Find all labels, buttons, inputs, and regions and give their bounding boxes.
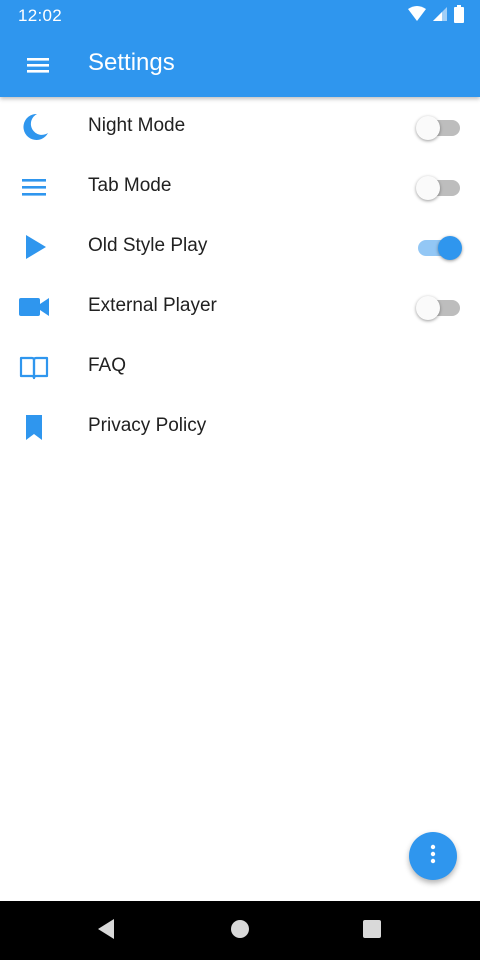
setting-label: Privacy Policy: [88, 415, 207, 436]
switch-thumb: [416, 116, 440, 140]
setting-label: Old Style Play: [88, 235, 208, 256]
status-bar: 12:02: [0, 0, 480, 32]
list-icon: [16, 169, 52, 205]
book-icon: [16, 349, 52, 385]
setting-faq[interactable]: FAQ: [0, 337, 480, 397]
setting-external-player[interactable]: External Player: [0, 277, 480, 337]
more-options-fab[interactable]: [409, 832, 457, 880]
more-vertical-icon: [429, 844, 437, 869]
status-icons: [408, 4, 464, 28]
night-mode-switch[interactable]: [416, 116, 462, 140]
setting-tab-mode[interactable]: Tab Mode: [0, 157, 480, 217]
external-player-switch[interactable]: [416, 296, 462, 320]
back-icon: [96, 918, 116, 945]
setting-label: Tab Mode: [88, 175, 172, 196]
switch-thumb: [438, 236, 462, 260]
navigation-bar: [0, 901, 480, 960]
switch-thumb: [416, 176, 440, 200]
menu-icon: [22, 58, 56, 84]
bookmark-icon: [16, 409, 52, 445]
toolbar: Settings: [0, 32, 480, 96]
play-icon: [16, 229, 52, 265]
settings-list: Night Mode Tab Mode Old Style Play Exter…: [0, 97, 480, 457]
tab-mode-switch[interactable]: [416, 176, 462, 200]
wifi-icon: [408, 5, 426, 27]
status-time: 12:02: [18, 6, 63, 25]
recents-icon: [362, 919, 382, 944]
moon-icon: [16, 109, 52, 145]
home-icon: [230, 919, 250, 944]
setting-label: External Player: [88, 295, 217, 316]
setting-privacy-policy[interactable]: Privacy Policy: [0, 397, 480, 457]
old-style-play-switch[interactable]: [416, 236, 462, 260]
setting-label: Night Mode: [88, 115, 186, 136]
app-bar: 12:02 Settings: [0, 0, 480, 97]
page-title: Settings: [88, 49, 175, 76]
battery-icon: [454, 4, 464, 28]
signal-icon: [432, 6, 448, 27]
back-button[interactable]: [94, 918, 118, 945]
menu-button[interactable]: [22, 50, 56, 80]
setting-night-mode[interactable]: Night Mode: [0, 97, 480, 157]
recents-button[interactable]: [360, 919, 384, 943]
setting-old-style-play[interactable]: Old Style Play: [0, 217, 480, 277]
switch-thumb: [416, 296, 440, 320]
setting-label: FAQ: [88, 355, 127, 376]
videocam-icon: [16, 289, 52, 325]
home-button[interactable]: [228, 919, 252, 943]
